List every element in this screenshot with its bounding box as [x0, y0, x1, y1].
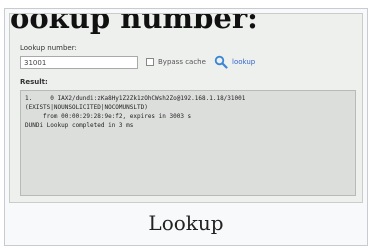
result-label: Result: — [20, 78, 48, 86]
screenshot-area: ookup number: Lookup number: 31001 Bypas… — [9, 13, 363, 203]
result-line: from 00:00:29:28:9e:f2, expires in 3003 … — [25, 113, 192, 120]
result-line: DUNDi Lookup completed in 3 ms — [25, 122, 134, 129]
lookup-number-label: Lookup number: — [20, 44, 77, 52]
bypass-cache-checkbox[interactable] — [146, 58, 154, 66]
result-line: 1. 0 IAX2/dundi:zKa8Hy1Z2Zk1zOhCWsh2Zo@1… — [25, 95, 246, 102]
image-thumbnail: ookup number: Lookup number: 31001 Bypas… — [4, 8, 368, 246]
lookup-panel: Lookup number: 31001 Bypass cache lookup… — [18, 38, 358, 198]
page-heading: ookup number: — [10, 13, 258, 35]
search-icon[interactable] — [214, 55, 228, 69]
result-output: 1. 0 IAX2/dundi:zKa8Hy1Z2Zk1zOhCWsh2Zo@1… — [20, 90, 356, 196]
lookup-number-input[interactable]: 31001 — [20, 56, 138, 69]
bypass-cache-label[interactable]: Bypass cache — [158, 58, 206, 66]
lookup-link[interactable]: lookup — [232, 58, 255, 66]
image-caption: Lookup — [148, 211, 224, 235]
result-line: (EXISTS|NOUNSOLICITED|NOCOMUNSLTD) — [25, 104, 148, 111]
